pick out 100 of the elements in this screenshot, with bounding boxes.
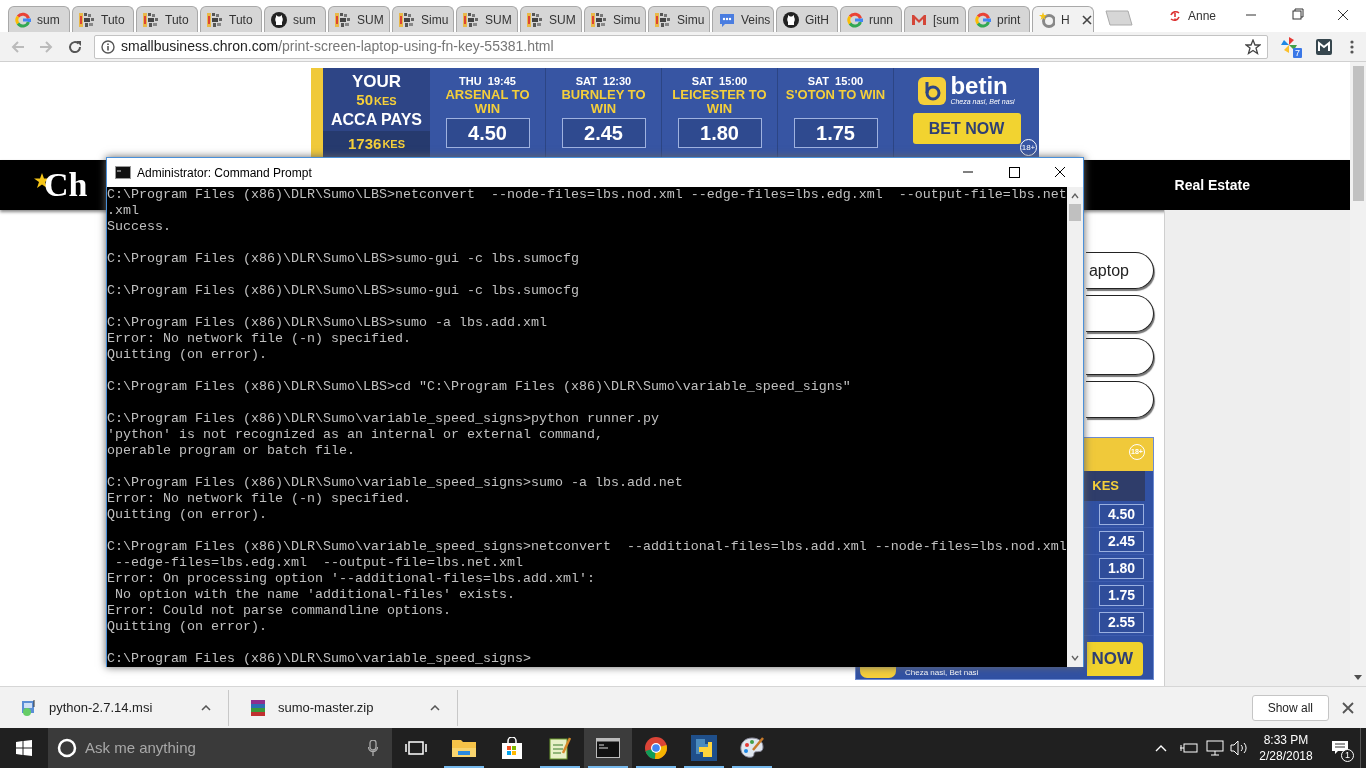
browser-tab[interactable]: GitH <box>776 6 838 32</box>
round-logo-icon <box>644 736 668 760</box>
volume-icon[interactable] <box>1230 740 1248 756</box>
clock-time[interactable]: 8:33 PM <box>1263 732 1309 748</box>
browser-tab[interactable]: Simu <box>648 6 710 32</box>
battery-icon[interactable] <box>1180 742 1198 754</box>
match-time: SAT 15:00 <box>807 75 864 88</box>
console-line: C:\Program Files (x86)\DLR\Sumo\variable_speed_signs>python runner.py <box>107 411 659 427</box>
match-time: SAT 15:00 <box>691 75 748 88</box>
download-item[interactable]: sumo-master.zip <box>229 689 458 726</box>
m-square-icon[interactable] <box>1316 38 1332 55</box>
show-all-button[interactable]: Show all <box>1251 694 1329 721</box>
microphone-icon[interactable] <box>368 740 378 756</box>
console-line: Error: On processing option '--additional-files=lbs.add.xml': <box>107 571 595 587</box>
console-line: .xml <box>107 203 139 219</box>
odds-button[interactable]: 1.75 <box>793 118 878 148</box>
address-field[interactable]: smallbusiness.chron.com/print-screen-laptop-using-fn-key-55381.html <box>94 34 1268 59</box>
console-line: C:\Program Files (x86)\DLR\Sumo\variable_speed_signs>sumo -a lbs.add.net <box>107 475 683 491</box>
browser-tab[interactable]: Tuto <box>72 6 134 32</box>
browser-tab[interactable]: runn <box>840 6 902 32</box>
odds-button[interactable]: 1.75 <box>1099 584 1144 606</box>
reload-icon[interactable] <box>67 38 83 55</box>
scrollbar-thumb[interactable] <box>1352 66 1364 201</box>
odds-button[interactable]: 2.45 <box>1099 530 1144 552</box>
close-icon[interactable] <box>1342 701 1354 714</box>
link-pill[interactable] <box>1086 338 1154 375</box>
link-pill[interactable]: aptop <box>1086 252 1154 289</box>
odds-button[interactable]: 2.45 <box>561 118 646 148</box>
network-icon[interactable] <box>1206 740 1224 756</box>
browser-tab[interactable]: sum <box>8 6 70 32</box>
console-line: Error: Could not parse commandline options. <box>107 603 451 619</box>
info-icon <box>101 39 115 54</box>
caret-up-icon[interactable] <box>1155 744 1167 752</box>
browser-tab[interactable]: [sum <box>904 6 966 32</box>
clock-date[interactable]: 2/28/2018 <box>1259 748 1313 764</box>
menu-icon[interactable] <box>1350 38 1354 55</box>
odds-button[interactable]: 4.50 <box>1099 503 1144 525</box>
match-pick: BURNLEY TO WIN <box>560 88 647 116</box>
close-icon[interactable] <box>1081 14 1092 25</box>
cat-silhouette-icon <box>271 11 287 28</box>
odds-button[interactable]: 2.55 <box>1099 611 1144 633</box>
match-time: SAT 12:30 <box>575 75 632 88</box>
site-logo[interactable]: Ch <box>44 167 88 203</box>
installer-icon <box>20 698 38 717</box>
ring-icon <box>975 11 991 28</box>
grid-icon <box>335 11 351 28</box>
browser-tab[interactable]: SUM <box>456 6 518 32</box>
browser-tab[interactable]: sum <box>264 6 326 32</box>
terminal-icon <box>596 738 620 758</box>
notification-button[interactable]: 1 <box>1320 728 1360 768</box>
bookmark-star-icon[interactable] <box>1245 38 1261 55</box>
star-icon <box>1039 11 1055 28</box>
url-host: smallbusiness.chron.com <box>121 37 279 56</box>
browser-tab[interactable]: SUM <box>328 6 390 32</box>
console-line: Error: No network file (-n) specified. <box>107 491 411 507</box>
terminal-icon <box>115 166 131 179</box>
search-placeholder: Ask me anything <box>85 737 196 758</box>
download-item[interactable]: python-2.7.14.msi <box>0 689 229 726</box>
search-field[interactable]: Ask me anything <box>48 728 392 768</box>
browser-tab[interactable]: Simu <box>584 6 646 32</box>
browser-tab[interactable]: SUM <box>520 6 582 32</box>
odds-button[interactable]: 1.80 <box>1099 557 1144 579</box>
browser-tab[interactable]: Tuto <box>200 6 262 32</box>
brand-name: betin <box>950 75 1009 97</box>
odds-button[interactable]: 4.50 <box>445 118 530 148</box>
browser-tab[interactable]: Tuto <box>136 6 198 32</box>
interlocking-shapes-icon <box>691 735 717 761</box>
scrollbar[interactable] <box>1350 62 1366 686</box>
link-pill[interactable] <box>1086 295 1154 332</box>
profile-button[interactable]: Anne <box>1164 7 1221 25</box>
link-pill[interactable] <box>1086 381 1154 418</box>
grid-icon <box>591 11 607 28</box>
console-line: operable program or batch file. <box>107 443 355 459</box>
browser-tab[interactable]: H <box>1032 6 1094 32</box>
match-time: THU 19:45 <box>459 75 516 88</box>
url-path: /print-screen-laptop-using-fn-key-55381.html <box>278 37 554 56</box>
odds-button[interactable]: 1.80 <box>677 118 762 148</box>
caret-icon[interactable] <box>430 704 440 711</box>
browser-tab[interactable]: print <box>968 6 1030 32</box>
grid-icon <box>143 11 159 28</box>
payout-unit: KES <box>1092 477 1119 496</box>
browser-tab[interactable]: Veins <box>712 6 774 32</box>
ring-icon <box>847 11 863 28</box>
match-pick: S'OTON TO WIN <box>784 88 887 104</box>
bet-now-button[interactable]: NOW <box>1087 642 1143 676</box>
bet-now-button[interactable]: BET NOW <box>912 113 1021 144</box>
grid-icon <box>79 11 95 28</box>
console-line: C:\Program Files (x86)\DLR\Sumo\LBS>cd "C:\Program Files (x86)\DLR\Sumo\variable_speed_signs" <box>107 379 851 395</box>
chat-bubble-icon <box>719 11 735 28</box>
scrollbar-thumb[interactable] <box>1069 204 1081 221</box>
nav-link[interactable]: Real Estate <box>1174 174 1250 196</box>
sync-error-icon <box>1168 9 1182 23</box>
scrollbar[interactable] <box>1067 187 1083 667</box>
caret-icon[interactable] <box>201 704 211 711</box>
task-view-icon <box>405 741 427 755</box>
taskbar-app[interactable] <box>584 728 632 768</box>
scroll-down-icon[interactable] <box>1354 675 1362 681</box>
promo-text: YOUR <box>351 72 402 91</box>
book-stack-icon <box>249 698 267 717</box>
browser-tab[interactable]: Simu <box>392 6 454 32</box>
